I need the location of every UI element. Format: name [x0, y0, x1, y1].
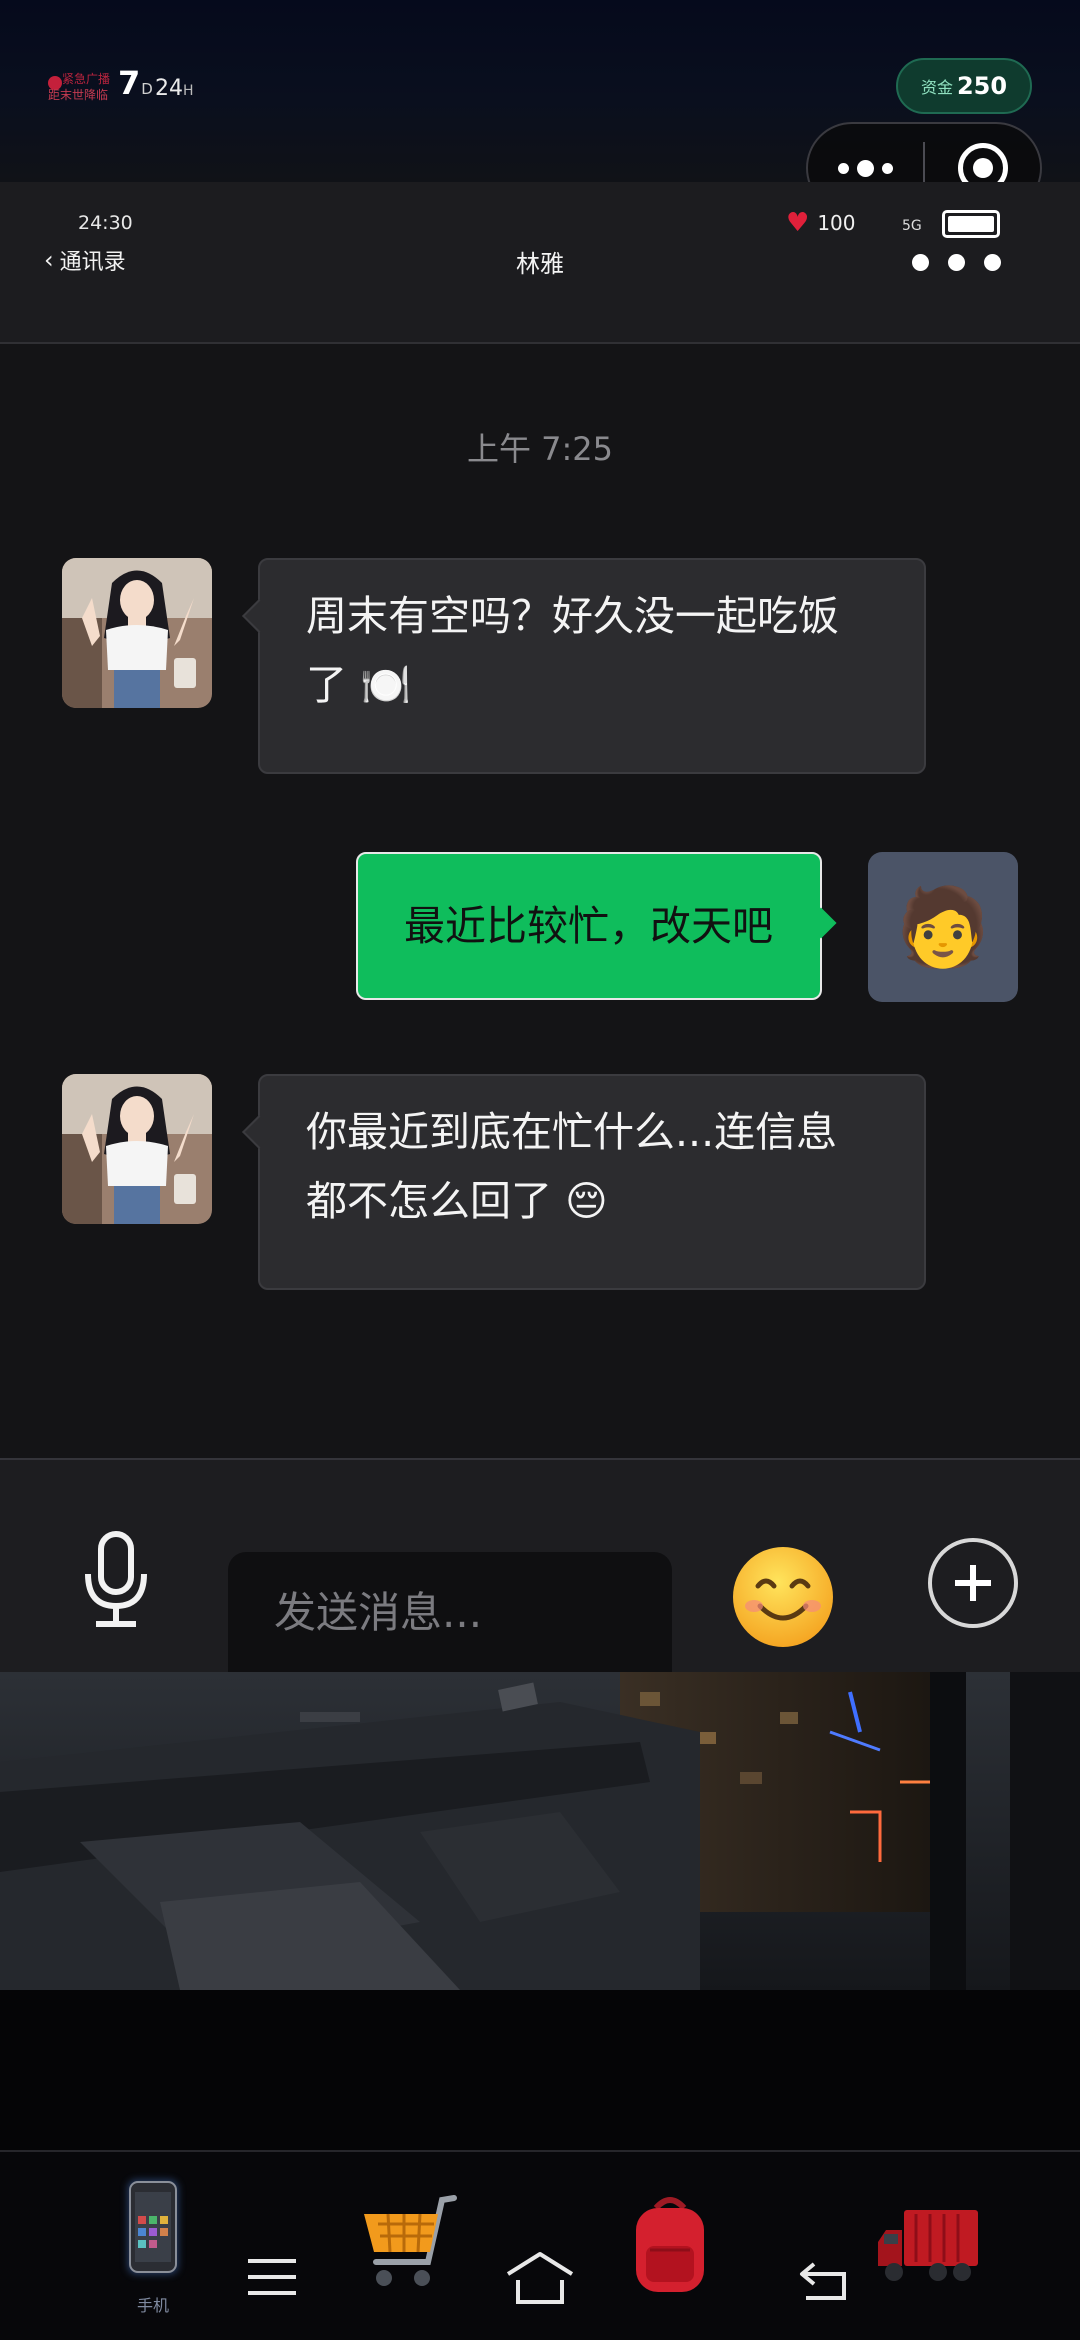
- more-dot-icon: [882, 162, 893, 174]
- incoming-message-bubble[interactable]: 你最近到底在忙什么...连信息 都不怎么回了 😔: [258, 1074, 926, 1290]
- nav-menu-button[interactable]: [244, 2256, 300, 2298]
- back-to-contacts-button[interactable]: ‹ 通讯录: [44, 244, 126, 276]
- contact-avatar[interactable]: [62, 558, 212, 708]
- funds-badge[interactable]: 资金 250: [896, 58, 1032, 114]
- return-arrow-icon: [800, 2262, 846, 2300]
- plus-icon: [955, 1565, 991, 1601]
- outgoing-message-bubble[interactable]: 最近比较忙，改天吧: [356, 852, 822, 1000]
- message-text-line: 了 🍽️: [306, 661, 412, 709]
- heart-value: 100: [817, 211, 856, 235]
- funds-value: 250: [956, 72, 1008, 100]
- home-icon: [506, 2252, 574, 2304]
- hamburger-menu-icon: [248, 2259, 296, 2295]
- broadcast-subtitle: 距末世降临: [48, 88, 109, 102]
- voice-input-button[interactable]: [76, 1530, 156, 1630]
- chat-message-list[interactable]: 上午 7:25 周末有空吗？好久没一起吃饭 了 🍽️ 最近比较忙，改天吧 🧑 你…: [0, 344, 1080, 1458]
- person-icon: 🧑: [895, 882, 991, 971]
- hour-countdown: 24H: [155, 76, 194, 101]
- nav-home-button[interactable]: [504, 2250, 576, 2306]
- shopping-cart-icon: [364, 2195, 457, 2286]
- chevron-left-icon: ‹: [44, 246, 54, 274]
- emergency-broadcast[interactable]: 紧急广播 距末世降临: [44, 70, 114, 104]
- nav-phone-label: 手机: [136, 2296, 169, 2315]
- message-text-line: 都不怎么回了 😔: [306, 1177, 608, 1225]
- day-value: 7: [118, 64, 141, 102]
- more-actions-button[interactable]: [928, 1538, 1018, 1628]
- nav-shop-button[interactable]: [358, 2192, 464, 2296]
- phone-status-time: 24:30: [78, 212, 133, 234]
- more-dot-icon: [984, 254, 1001, 271]
- message-timestamp: 上午 7:25: [466, 430, 614, 468]
- more-dot-icon: [838, 162, 849, 174]
- nav-truck-button[interactable]: [876, 2202, 982, 2286]
- more-dot-icon: [948, 254, 965, 271]
- hour-value: 24: [155, 76, 183, 101]
- chat-header: 24:30 ♥ 100 5G ‹ 通讯录 林雅: [0, 182, 1080, 344]
- hour-unit: H: [183, 83, 194, 99]
- phone-icon: [128, 2180, 178, 2274]
- message-text-line: 周末有空吗？好久没一起吃饭: [306, 592, 839, 640]
- message-input[interactable]: [228, 1552, 672, 1672]
- incoming-message-bubble[interactable]: 周末有空吗？好久没一起吃饭 了 🍽️: [258, 558, 926, 774]
- microphone-icon: [85, 1531, 147, 1627]
- backpack-icon: [636, 2197, 704, 2292]
- broadcast-title: 紧急广播: [62, 72, 111, 86]
- heart-icon: ♥: [786, 208, 810, 238]
- day-countdown: 7D: [118, 64, 153, 102]
- background-scene-image: [0, 1672, 1080, 1990]
- nav-return-button[interactable]: [796, 2258, 852, 2302]
- message-text-line: 你最近到底在忙什么...连信息: [306, 1108, 838, 1156]
- day-unit: D: [141, 80, 153, 98]
- message-text: 最近比较忙，改天吧: [404, 901, 773, 950]
- chat-more-button[interactable]: [912, 254, 1001, 271]
- scene-dark-panel: [0, 1990, 1080, 2150]
- affection-meter: ♥ 100: [786, 210, 856, 236]
- nav-phone-button[interactable]: [118, 2172, 188, 2282]
- nav-backpack-button[interactable]: [628, 2192, 712, 2296]
- battery-icon: [942, 210, 1000, 238]
- signal-indicator: 5G: [902, 218, 922, 234]
- more-dot-icon: [912, 254, 929, 271]
- contact-avatar[interactable]: [62, 1074, 212, 1224]
- back-label: 通讯录: [59, 250, 126, 275]
- truck-icon: [878, 2210, 978, 2281]
- emoji-button[interactable]: [730, 1544, 836, 1650]
- my-avatar[interactable]: 🧑: [868, 852, 1018, 1002]
- smiley-face-icon: [733, 1547, 833, 1647]
- contact-name: 林雅: [516, 250, 564, 278]
- more-dot-icon: [857, 159, 874, 177]
- chat-input-bar: [0, 1458, 1080, 1672]
- funds-label: 资金: [920, 78, 953, 97]
- bottom-navigation: 手机: [0, 2150, 1080, 2340]
